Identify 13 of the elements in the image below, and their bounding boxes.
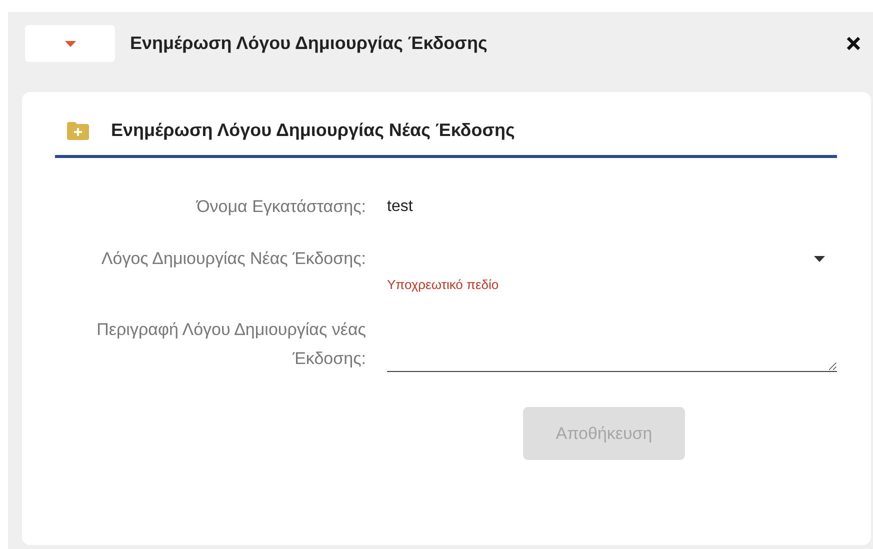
dropdown-button[interactable] bbox=[25, 25, 115, 62]
error-message: Υποχρεωτικό πεδίο bbox=[387, 277, 500, 292]
close-icon bbox=[846, 36, 861, 51]
field-label: Περιγραφή Λόγου Δημιουργίας νέας Έκδοσης: bbox=[96, 319, 366, 370]
caret-icon bbox=[64, 40, 76, 46]
field-label: Όνομα Εγκατάστασης: bbox=[195, 196, 366, 218]
folder-add-icon bbox=[67, 122, 89, 140]
close-button[interactable] bbox=[846, 36, 861, 51]
window-title: Ενημέρωση Λόγου Δημιουργίας Έκδοσης bbox=[130, 33, 488, 54]
field-value: test bbox=[387, 197, 414, 217]
field-label: Λόγος Δημιουργίας Νέας Έκδοσης: bbox=[100, 248, 366, 270]
section-title: Ενημέρωση Λόγου Δημιουργίας Νέας Έκδοσης bbox=[111, 120, 515, 141]
caret-icon bbox=[814, 256, 825, 262]
